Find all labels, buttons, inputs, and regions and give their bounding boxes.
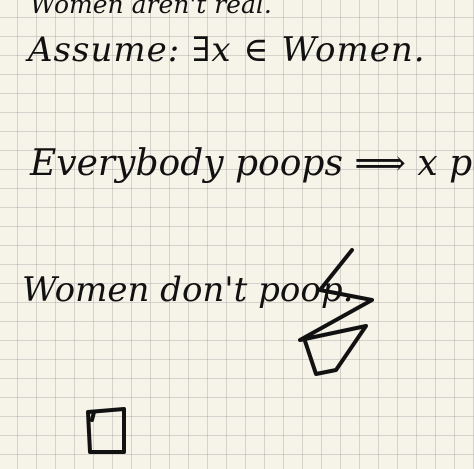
handwritten-symbols <box>86 248 374 454</box>
lightning-contradiction-icon <box>298 248 374 376</box>
qed-box-icon <box>86 407 126 454</box>
note-page: Women aren't real. Assume: ∃x ∈ Women. E… <box>0 0 474 469</box>
